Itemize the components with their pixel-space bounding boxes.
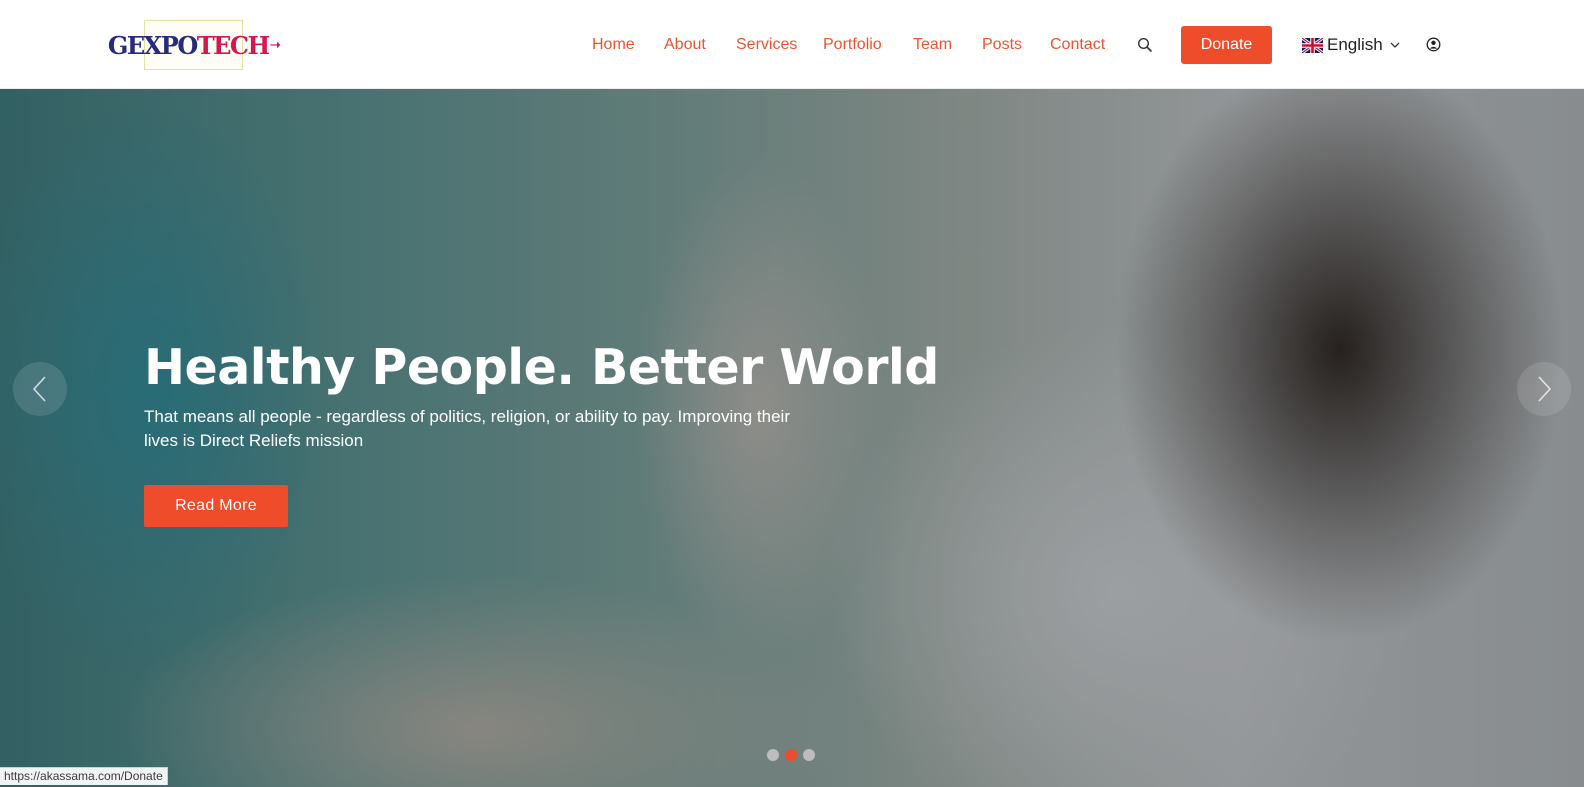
chevron-left-icon (32, 376, 46, 402)
language-label: English (1327, 35, 1383, 54)
logo-text: GEXPO TECH ➝ (107, 30, 281, 60)
slider-dot-3[interactable] (803, 749, 815, 761)
user-circle-icon[interactable] (1426, 37, 1441, 52)
slider-prev-button[interactable] (13, 362, 67, 416)
nav-home[interactable]: Home (592, 34, 635, 56)
nav-contact[interactable]: Contact (1050, 34, 1105, 56)
slider-next-button[interactable] (1517, 362, 1571, 416)
chevron-right-icon (1538, 376, 1552, 402)
language-selector[interactable]: English (1302, 33, 1401, 57)
logo-part-tech: TECH (196, 30, 270, 60)
hero-title: Healthy People. Better World (144, 339, 939, 396)
donate-button[interactable]: Donate (1181, 26, 1272, 64)
nav-posts[interactable]: Posts (982, 34, 1022, 56)
nav-services[interactable]: Services (736, 34, 797, 56)
chevron-down-icon (1390, 42, 1400, 48)
site-header: GEXPO TECH ➝ Home About Services Portfolio… (0, 0, 1584, 89)
status-bar-url: https://akassama.com/Donate (0, 767, 168, 785)
slider-dot-2[interactable] (785, 749, 797, 761)
uk-flag-icon (1302, 37, 1323, 53)
site-logo[interactable]: GEXPO TECH ➝ (108, 20, 281, 70)
hero-content: Healthy People. Better World That means … (144, 339, 939, 527)
nav-portfolio[interactable]: Portfolio (823, 34, 882, 56)
nav-about[interactable]: About (664, 34, 706, 56)
slider-pagination (767, 749, 815, 761)
hero-subtitle: That means all people - regardless of po… (144, 407, 790, 450)
read-more-button[interactable]: Read More (144, 485, 288, 527)
nav-team[interactable]: Team (913, 34, 952, 56)
hero-slider: Healthy People. Better World That means … (0, 89, 1584, 787)
logo-arrow-icon: ➝ (269, 37, 281, 53)
search-icon[interactable] (1136, 36, 1154, 54)
logo-part-gexpo: GEXPO (107, 30, 198, 60)
slider-dot-1[interactable] (767, 749, 779, 761)
